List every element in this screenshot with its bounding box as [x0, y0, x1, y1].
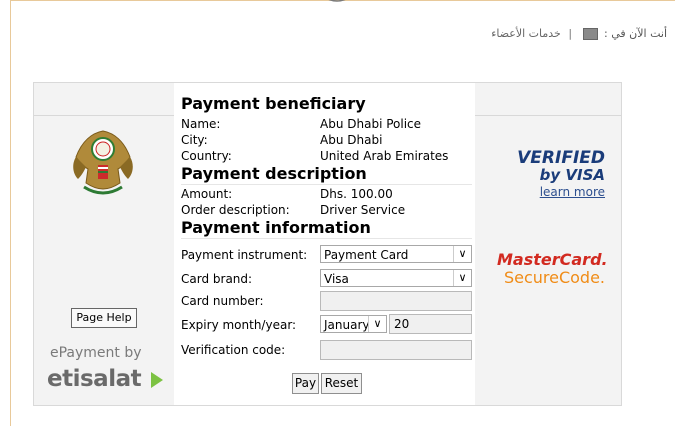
reset-button[interactable]: Reset	[321, 373, 362, 394]
expiry-month-select[interactable]: January ∨	[320, 315, 387, 333]
payment-panel: Page Help ePayment by etisalat Payment b…	[33, 82, 622, 406]
brand-label: Card brand:	[181, 272, 253, 286]
order-value: Driver Service	[320, 203, 406, 217]
beneficiary-heading: Payment beneficiary	[181, 94, 366, 113]
card-brand-select[interactable]: Visa ∨	[320, 269, 472, 287]
country-value: United Arab Emirates	[320, 149, 449, 163]
etisalat-logo: etisalat	[47, 366, 163, 392]
amount-label: Amount:	[181, 187, 233, 201]
breadcrumb: أنت الآن في : | خدمات الأعضاء	[491, 27, 667, 40]
divider	[475, 115, 621, 116]
securecode-text: SecureCode.	[503, 268, 605, 287]
breadcrumb-separator: |	[568, 27, 573, 40]
left-column: Page Help ePayment by etisalat	[34, 83, 174, 405]
amount-value: Dhs. 100.00	[320, 187, 393, 201]
epayment-by-label: ePayment by	[50, 345, 142, 361]
chevron-down-icon[interactable]: ∨	[368, 316, 386, 332]
mastercard-text: MasterCard.	[497, 250, 608, 269]
divider	[181, 184, 472, 185]
chevron-down-icon[interactable]: ∨	[453, 270, 471, 286]
country-label: Country:	[181, 149, 232, 163]
breadcrumb-prefix: أنت الآن في :	[604, 27, 667, 40]
pay-button[interactable]: Pay	[292, 373, 319, 394]
card-number-input[interactable]	[320, 291, 472, 311]
instrument-label: Payment instrument:	[181, 248, 308, 262]
card-number-label: Card number:	[181, 294, 264, 308]
brand-value: Visa	[324, 272, 349, 286]
instrument-value: Payment Card	[324, 248, 409, 262]
name-label: Name:	[181, 117, 221, 131]
verification-code-input[interactable]	[320, 340, 472, 360]
header-emblem-icon	[328, 0, 346, 2]
etisalat-wordmark: etisalat	[47, 366, 142, 392]
expiry-year-input[interactable]: 20	[389, 314, 472, 334]
by-visa-text: by VISA	[539, 166, 605, 184]
payment-instrument-select[interactable]: Payment Card ∨	[320, 245, 472, 263]
payment-form: Payment beneficiary Name: Abu Dhabi Poli…	[174, 83, 475, 405]
uae-eagle-emblem-icon	[73, 130, 133, 195]
page-help-button[interactable]: Page Help	[71, 308, 137, 328]
mastercard-securecode-logo: MasterCard. SecureCode.	[497, 250, 608, 287]
etisalat-arrow-icon	[150, 371, 163, 388]
divider	[181, 238, 472, 239]
breadcrumb-link-member-services[interactable]: خدمات الأعضاء	[491, 27, 561, 40]
right-column: VERIFIED by VISA learn more MasterCard. …	[475, 83, 621, 405]
order-label: Order description:	[181, 203, 290, 217]
left-border	[10, 0, 11, 426]
learn-more-link[interactable]: learn more	[505, 185, 605, 199]
description-heading: Payment description	[181, 164, 367, 183]
divider	[34, 115, 174, 116]
city-value: Abu Dhabi	[320, 133, 383, 147]
chevron-down-icon[interactable]: ∨	[453, 246, 471, 262]
expiry-label: Expiry month/year:	[181, 318, 297, 332]
city-label: City:	[181, 133, 208, 147]
verified-by-visa-logo: VERIFIED by VISA learn more	[505, 149, 605, 199]
verification-label: Verification code:	[181, 343, 286, 357]
folder-icon	[582, 28, 598, 40]
expiry-month-value: January	[324, 318, 370, 332]
name-value: Abu Dhabi Police	[320, 117, 422, 131]
information-heading: Payment information	[181, 218, 371, 237]
verified-text: VERIFIED	[517, 148, 605, 168]
